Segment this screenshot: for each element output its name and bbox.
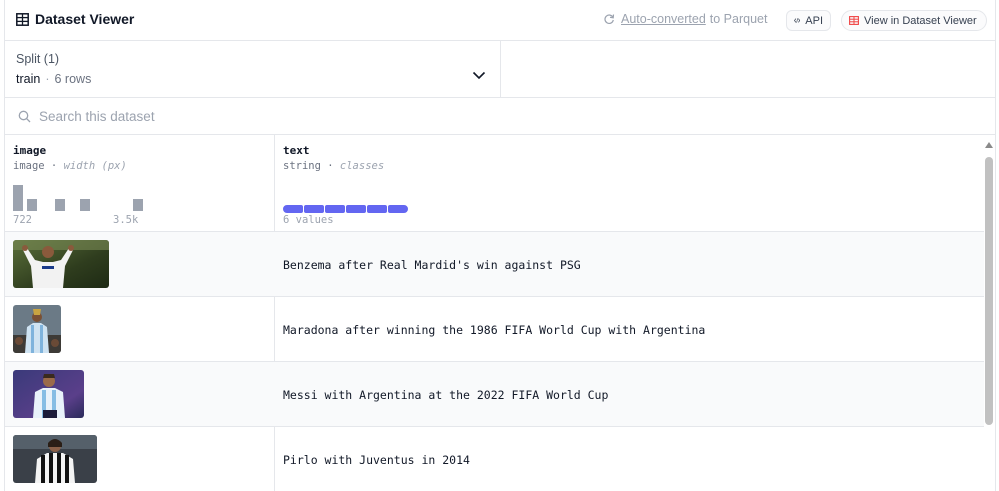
split-selector[interactable]: Split (1) train · 6 rows [5,41,501,97]
class-count-label: 6 values [283,214,334,226]
split-name: train [16,72,41,86]
row-image[interactable] [13,240,109,288]
table-icon [849,16,859,25]
column-stat-text: classes [339,160,385,172]
column-type-image: image · width (px) [13,160,127,172]
class-segment[interactable] [388,205,408,213]
table-row[interactable]: Messi with Argentina at the 2022 FIFA Wo… [5,362,984,427]
view-in-dataset-viewer-button[interactable]: View in Dataset Viewer [841,10,987,31]
width-histogram [13,181,148,211]
split-row: Split (1) train · 6 rows [5,41,995,98]
column-type-image-label: image [13,160,45,172]
table-row[interactable]: Maradona after winning the 1986 FIFA Wor… [5,297,984,362]
histogram-max-label: 3.5k [113,214,139,226]
viewer-title: Dataset Viewer [16,11,134,27]
histogram-bar[interactable] [133,199,143,211]
histogram-min-label: 722 [13,214,32,226]
row-image[interactable] [13,305,61,353]
api-button-label: API [805,14,823,27]
auto-converted-suffix: to Parquet [709,12,768,26]
histogram-bar[interactable] [55,199,65,211]
code-icon [794,18,801,23]
viewer-header: Dataset Viewer Auto-converted to Parquet… [5,0,995,41]
search-icon [18,110,31,123]
table-header: image image · width (px) 722 3.5k text s… [5,135,984,232]
maradona-photo [13,305,61,353]
column-name-text[interactable]: text [283,144,310,157]
split-row-count: 6 rows [54,72,92,86]
pirlo-photo [13,435,97,483]
viewer-title-text: Dataset Viewer [35,11,135,27]
histogram-bar[interactable] [13,185,23,211]
row-text[interactable]: Benzema after Real Mardid's win against … [283,258,581,272]
class-segment[interactable] [304,205,324,213]
scroll-up-arrow-icon[interactable] [985,142,993,148]
class-distribution [283,205,409,213]
split-separator: · [45,72,50,86]
table-row[interactable]: Benzema after Real Mardid's win against … [5,232,984,297]
row-text[interactable]: Pirlo with Juventus in 2014 [283,453,470,467]
search-input[interactable] [39,106,639,126]
api-button[interactable]: API [786,10,831,31]
class-segment[interactable] [367,205,387,213]
row-text[interactable]: Maradona after winning the 1986 FIFA Wor… [283,323,705,337]
class-segment[interactable] [325,205,345,213]
row-text[interactable]: Messi with Argentina at the 2022 FIFA Wo… [283,388,608,402]
column-type-text-label: string [283,160,321,172]
split-value: train · 6 rows [16,72,91,86]
data-table: image image · width (px) 722 3.5k text s… [5,135,984,491]
table-icon [16,12,29,26]
chevron-down-icon[interactable] [472,71,486,80]
histogram-bar[interactable] [27,199,37,211]
row-image[interactable] [13,435,97,483]
table-scrollbar[interactable] [984,135,995,491]
messi-photo [13,370,84,418]
table-row[interactable]: Pirlo with Juventus in 2014 [5,427,984,491]
histogram-bar[interactable] [80,199,90,211]
auto-converted-link[interactable]: Auto-converted [621,12,706,26]
split-label: Split (1) [16,52,60,66]
benzema-photo [13,240,109,288]
scrollbar-thumb[interactable] [985,157,993,425]
view-button-label: View in Dataset Viewer [864,14,977,27]
dataset-viewer: Dataset Viewer Auto-converted to Parquet… [4,0,996,491]
refresh-icon [604,14,615,24]
class-segment[interactable] [283,205,303,213]
column-stat-image: width (px) [63,160,127,172]
column-type-text: string · classes [283,160,385,172]
class-segment[interactable] [346,205,366,213]
auto-converted-note: Auto-converted to Parquet [603,12,767,26]
search-bar [5,98,995,135]
row-image[interactable] [13,370,84,418]
column-name-image[interactable]: image [13,144,46,157]
